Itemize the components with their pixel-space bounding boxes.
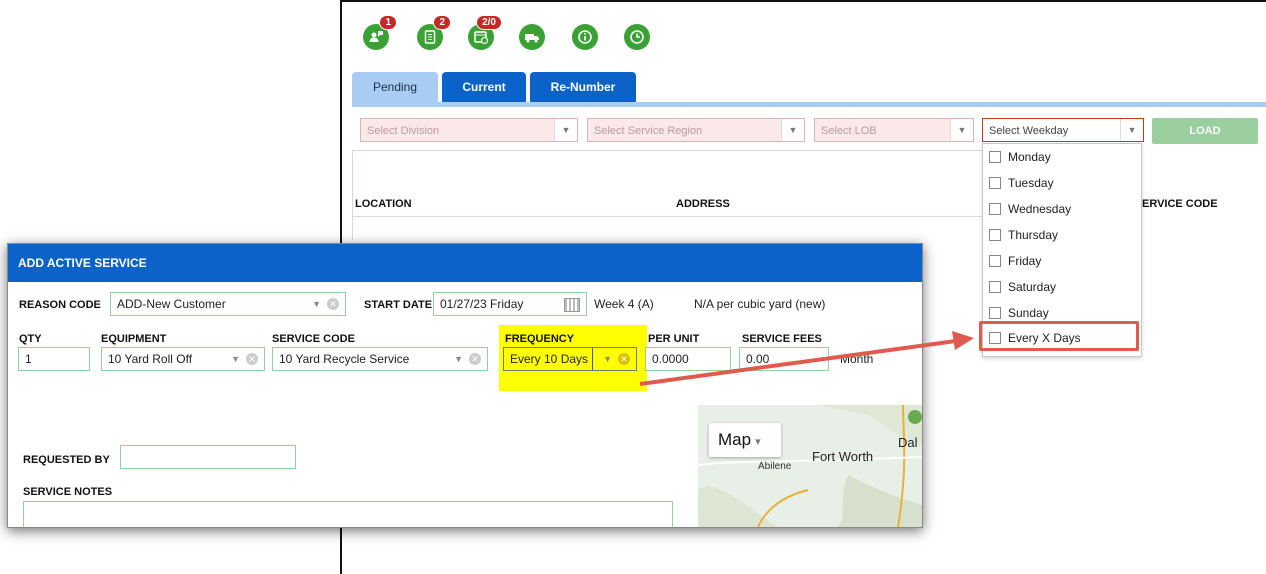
annotation-arrow: [639, 331, 974, 386]
